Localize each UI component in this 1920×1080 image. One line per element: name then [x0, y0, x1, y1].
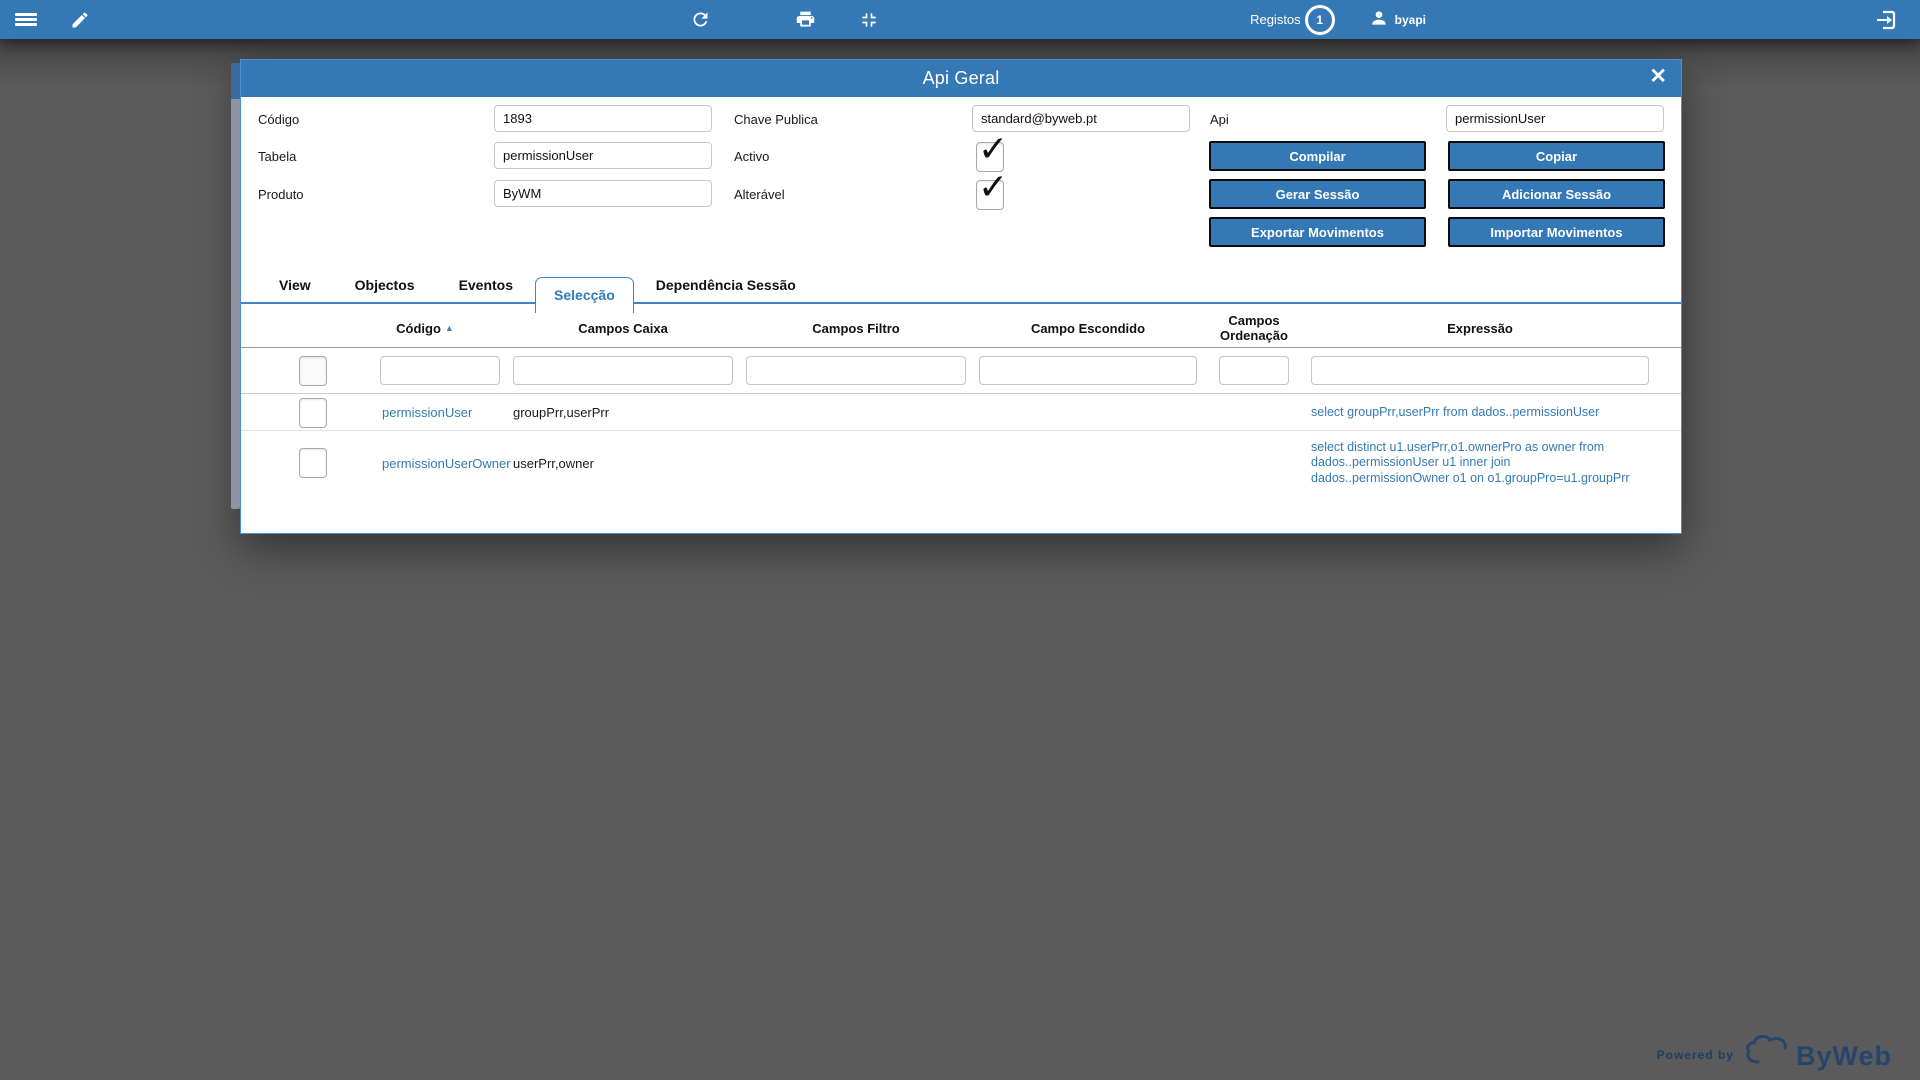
activo-checkbox[interactable]: ✓	[976, 142, 1004, 172]
row-checkbox[interactable]	[299, 448, 327, 478]
filter-expressao-input[interactable]	[1311, 356, 1649, 385]
copiar-button[interactable]: Copiar	[1448, 141, 1665, 171]
user-name: byapi	[1395, 13, 1426, 27]
check-icon: ✓	[978, 169, 1008, 205]
codigo-input[interactable]	[494, 105, 712, 132]
header-campos-ordenacao[interactable]: Campos Ordenação	[1210, 314, 1298, 344]
tab-dependencia-sessao[interactable]: Dependência Sessão	[634, 268, 818, 302]
chave-publica-label: Chave Publica	[734, 112, 818, 127]
row-expressao: select groupPrr,userPrr from dados..perm…	[1311, 405, 1649, 421]
produto-input[interactable]	[494, 180, 712, 207]
filter-campo-escondido-input[interactable]	[979, 356, 1197, 385]
exportar-movimentos-button[interactable]: Exportar Movimentos	[1209, 217, 1426, 247]
registos-count-badge: 1	[1305, 5, 1335, 35]
registos-counter: Registos 1	[1250, 5, 1335, 35]
user-icon	[1369, 8, 1389, 31]
modal-title: Api Geral	[923, 68, 1000, 89]
adicionar-sessao-button[interactable]: Adicionar Sessão	[1448, 179, 1665, 209]
brand-text: ByWeb	[1796, 1044, 1892, 1068]
tabela-label: Tabela	[258, 149, 296, 164]
row-checkbox[interactable]	[299, 398, 327, 428]
table-header-row: Código▲ Campos Caixa Campos Filtro Campo…	[241, 312, 1681, 346]
user-menu[interactable]: byapi	[1369, 8, 1426, 31]
row-campos-caixa: groupPrr,userPrr	[513, 405, 733, 420]
api-geral-dialog: Api Geral ✕ Código Tabela Produto Chave …	[240, 59, 1682, 534]
row-expressao: select distinct u1.userPrr,o1.ownerPro a…	[1311, 440, 1649, 487]
select-all-checkbox[interactable]	[299, 356, 327, 386]
tab-seleccao[interactable]: Selecção	[535, 277, 634, 313]
byweb-brand: ByWeb	[1744, 1032, 1892, 1068]
filter-codigo-input[interactable]	[380, 356, 500, 385]
print-icon[interactable]	[785, 0, 825, 39]
close-icon[interactable]: ✕	[1649, 66, 1667, 87]
api-input[interactable]	[1446, 105, 1664, 132]
row-codigo-link[interactable]: permissionUser	[350, 405, 500, 420]
activo-label: Activo	[734, 149, 769, 164]
menu-icon[interactable]	[6, 0, 46, 39]
alteravel-checkbox[interactable]: ✓	[976, 180, 1004, 210]
edit-pencil-icon[interactable]	[60, 0, 100, 39]
tab-eventos[interactable]: Eventos	[437, 268, 535, 302]
tab-view[interactable]: View	[257, 268, 333, 302]
table-row: permissionUser groupPrr,userPrr select g…	[241, 395, 1681, 431]
tabela-input[interactable]	[494, 142, 712, 169]
sort-asc-icon: ▲	[445, 323, 454, 333]
row-campos-caixa: userPrr,owner	[513, 456, 733, 471]
header-campo-escondido[interactable]: Campo Escondido	[979, 322, 1197, 337]
produto-label: Produto	[258, 187, 304, 202]
codigo-label: Código	[258, 112, 299, 127]
logout-icon[interactable]	[1866, 0, 1906, 39]
modal-scrollbar[interactable]	[231, 63, 240, 509]
gerar-sessao-button[interactable]: Gerar Sessão	[1209, 179, 1426, 209]
registos-label: Registos	[1250, 12, 1301, 27]
api-label: Api	[1210, 112, 1229, 127]
header-expressao[interactable]: Expressão	[1311, 322, 1649, 337]
table-filter-row	[241, 348, 1681, 394]
powered-by-label: Powered by	[1657, 1048, 1734, 1068]
tab-bar: View Objectos Eventos Selecção Dependênc…	[241, 266, 1681, 304]
refresh-icon[interactable]	[680, 0, 720, 39]
filter-campos-filtro-input[interactable]	[746, 356, 966, 385]
row-codigo-link[interactable]: permissionUserOwner	[350, 456, 500, 471]
table-row: permissionUserOwner userPrr,owner select…	[241, 432, 1681, 494]
filter-campos-ordenacao-input[interactable]	[1219, 356, 1289, 385]
tab-objectos[interactable]: Objectos	[333, 268, 437, 302]
filter-campos-caixa-input[interactable]	[513, 356, 733, 385]
header-campos-filtro[interactable]: Campos Filtro	[746, 322, 966, 337]
chave-publica-input[interactable]	[972, 105, 1190, 132]
compilar-button[interactable]: Compilar	[1209, 141, 1426, 171]
alteravel-label: Alterável	[734, 187, 785, 202]
header-campos-caixa[interactable]: Campos Caixa	[513, 322, 733, 337]
header-codigo[interactable]: Código▲	[350, 322, 500, 337]
cloud-icon	[1744, 1032, 1796, 1068]
modal-header: Api Geral ✕	[241, 60, 1681, 97]
compress-icon[interactable]	[849, 0, 889, 39]
top-app-bar: Registos 1 byapi	[0, 0, 1920, 39]
importar-movimentos-button[interactable]: Importar Movimentos	[1448, 217, 1665, 247]
powered-by-logo: Powered by ByWeb	[1657, 1032, 1892, 1068]
check-icon: ✓	[978, 131, 1008, 167]
